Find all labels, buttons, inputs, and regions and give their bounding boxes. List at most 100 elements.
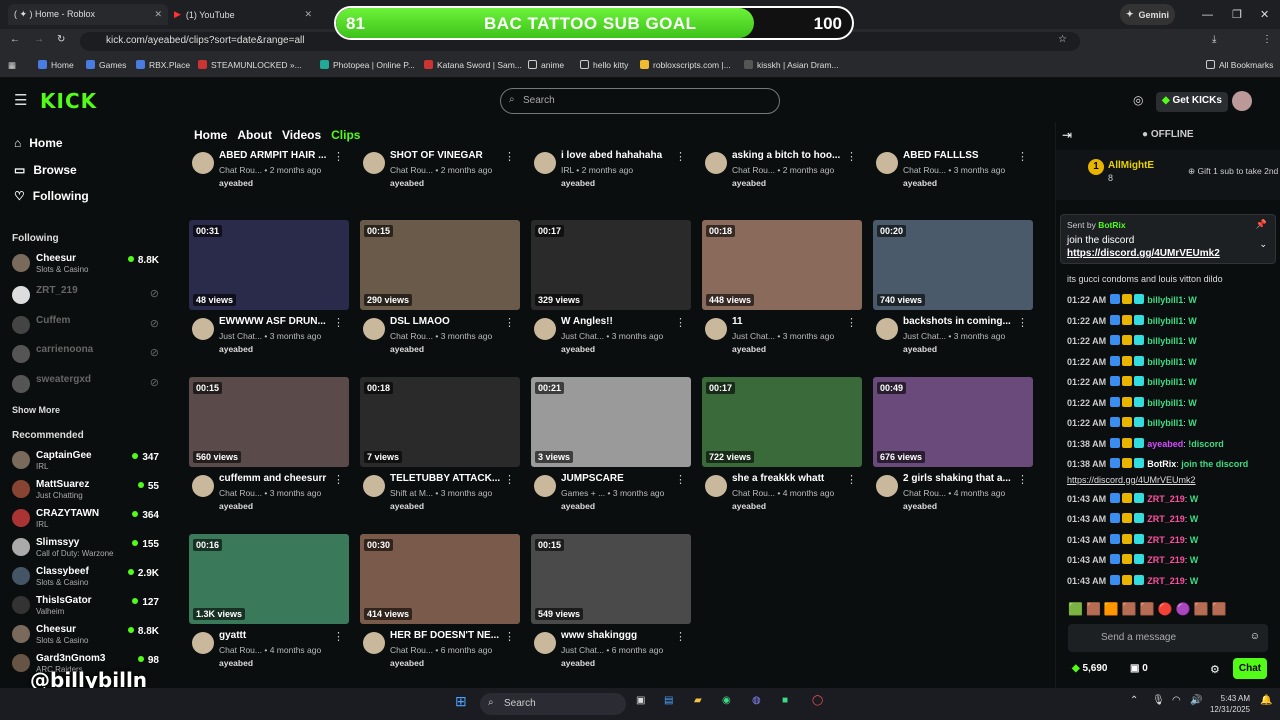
clip-card[interactable]: 00:21 3 views JUMPSCARE Games + ... • 3 mon… [531,377,693,527]
channel-zrt219[interactable]: ZRT_219 ⊘ [12,284,162,310]
clip-title[interactable]: 2 girls shaking that a... [903,473,1019,484]
avatar[interactable] [192,475,214,497]
clip-thumbnail[interactable]: 00:21 3 views [531,377,691,467]
clip-thumbnail[interactable]: 00:30 414 views [360,534,520,624]
clip-title[interactable]: gyattt [219,630,335,641]
bookmark-star-icon[interactable]: ☆ [1058,34,1067,45]
channel-sweatergxd[interactable]: sweatergxd ⊘ [12,373,162,399]
clip-thumbnail[interactable]: 00:15 549 views [531,534,691,624]
clip-user[interactable]: ayeabed [390,178,424,188]
chat-username[interactable]: billybill1 [1147,357,1183,367]
more-options-icon[interactable]: ⋮ [846,150,857,163]
clip-card[interactable]: 00:15 549 views www shakinggg Just Chat... … [531,534,693,684]
clip-title[interactable]: DSL LMAOO [390,316,506,327]
store-icon[interactable]: ▤ [664,695,673,706]
chevron-up-icon[interactable]: ⌃ [1130,695,1138,706]
more-options-icon[interactable]: ⋮ [333,473,344,486]
channel-crazytawn[interactable]: CRAZYTAWN IRL 364 [12,507,162,533]
clip-user[interactable]: ayeabed [903,501,937,511]
avatar[interactable] [705,475,727,497]
microphone-icon[interactable]: 🎙 [1152,695,1165,706]
clip-user[interactable]: ayeabed [732,178,766,188]
more-options-icon[interactable]: ⋮ [333,316,344,329]
chevron-down-icon[interactable]: ⌄ [1259,239,1267,250]
more-options-icon[interactable]: ⋮ [333,150,344,163]
clip-title[interactable]: asking a bitch to hoo... [732,150,848,161]
channel-carrienoona[interactable]: carrienoona ⊘ [12,343,162,369]
chat-username[interactable]: ZRT_219 [1147,535,1185,545]
clip-thumbnail[interactable]: 00:20 740 views [873,220,1033,310]
close-icon[interactable]: ✕ [154,9,162,20]
clip-title[interactable]: 11 [732,316,848,327]
clip-card[interactable]: 00:15 290 views DSL LMAOO Chat Rou... • 3 m… [360,220,522,370]
clip-title[interactable]: she a freakkk whatt [732,473,848,484]
clip-user[interactable]: ayeabed [732,501,766,511]
avatar[interactable] [705,318,727,340]
channel-classybeef[interactable]: Classybeef Slots & Casino 2.9K [12,565,162,591]
clip-user[interactable]: ayeabed [390,344,424,354]
sidebar-item-browse[interactable]: ▭ Browse [14,163,77,177]
task-view-icon[interactable]: ▣ [636,695,645,706]
apps-icon[interactable]: ▦ [8,60,16,71]
channel-cheesur[interactable]: Cheesur Slots & Casino 8.8K [12,252,162,278]
notification-bell-icon[interactable]: 🔔 [1260,695,1272,706]
discord-icon[interactable]: ◍ [752,695,761,706]
minimize-icon[interactable]: — [1196,4,1219,25]
wifi-icon[interactable]: ◠ [1172,695,1181,706]
clip-title[interactable]: EWWWW ASF DRUN... [219,316,335,327]
avatar[interactable] [363,318,385,340]
chat-username[interactable]: billybill1 [1147,418,1183,428]
gear-icon[interactable]: ⚙ [1210,663,1220,676]
chat-username[interactable]: billybill1 [1147,377,1183,387]
file-explorer-icon[interactable]: ▰ [694,695,702,706]
clip-card[interactable]: 00:16 1.3K views gyattt Chat Rou... • 4 mon… [189,534,351,684]
more-options-icon[interactable]: ⋮ [333,630,344,643]
clip-thumbnail[interactable]: 00:16 1.3K views [189,534,349,624]
chat-link[interactable]: https://discord.gg/4UMrVEUmk2 [1067,475,1196,485]
clip-title[interactable]: HER BF DOESN'T NE... [390,630,506,641]
avatar[interactable] [192,318,214,340]
download-icon[interactable]: ⤓ [1212,34,1216,45]
avatar[interactable] [876,318,898,340]
tab-roblox[interactable]: ( ✦ ) Home - Roblox ✕ [8,4,168,25]
more-options-icon[interactable]: ⋮ [504,630,515,643]
emoji-icon[interactable]: ☺ [1250,631,1260,642]
bookmark-games[interactable]: Games [86,60,126,70]
clip-user[interactable]: ayeabed [903,178,937,188]
clip-card[interactable]: 00:49 676 views 2 girls shaking that a... C… [873,377,1035,527]
clip-card[interactable]: 00:18 7 views TELETUBBY ATTACK... Shift at … [360,377,522,527]
clip-user[interactable]: ayeabed [390,501,424,511]
chat-input[interactable]: Send a message ☺ [1068,624,1268,652]
avatar[interactable] [705,152,727,174]
clip-card[interactable]: 00:20 740 views backshots in coming... Just… [873,220,1035,370]
chat-username[interactable]: ZRT_219 [1147,576,1185,586]
avatar[interactable] [363,475,385,497]
close-window-icon[interactable]: ✕ [1254,4,1275,25]
more-options-icon[interactable]: ⋮ [675,150,686,163]
channel-slimssyy[interactable]: Slimssyy Call of Duty: Warzone 155 [12,536,162,562]
clip-user[interactable]: ayeabed [390,658,424,668]
chat-username[interactable]: billybill1 [1147,398,1183,408]
clip-thumbnail[interactable]: 00:18 7 views [360,377,520,467]
clip-card[interactable]: asking a bitch to hoo... Chat Rou... • 2 … [702,54,864,204]
clip-title[interactable]: ABED FALLLSS [903,150,1019,161]
clip-title[interactable]: W Angles!! [561,316,677,327]
more-options-icon[interactable]: ⋮ [1017,150,1028,163]
more-options-icon[interactable]: ⋮ [675,316,686,329]
clip-title[interactable]: ABED ARMPIT HAIR ... [219,150,335,161]
avatar[interactable] [192,632,214,654]
avatar[interactable] [363,632,385,654]
chat-username[interactable]: ZRT_219 [1147,514,1185,524]
volume-icon[interactable]: 🔊 [1190,695,1202,706]
taskbar-search[interactable]: ⌕ Search [480,693,626,715]
collapse-chat-icon[interactable]: ⇥ [1062,128,1072,142]
clip-user[interactable]: ayeabed [561,178,595,188]
emote-bar[interactable]: 🟩🟫🟧🟫🟫🔴🟣🟫🟫 [1068,602,1229,616]
clip-card[interactable]: ABED FALLLSS Chat Rou... • 3 months ago ay… [873,54,1035,204]
chat-username[interactable]: ZRT_219 [1147,494,1185,504]
clip-card[interactable]: 00:17 722 views she a freakkk whatt Chat Ro… [702,377,864,527]
chat-username[interactable]: BotRix [1147,459,1176,469]
clip-card[interactable]: 00:31 48 views EWWWW ASF DRUN... Just Chat.… [189,220,351,370]
pinned-link[interactable]: https://discord.gg/4UMrVEUmk2 [1067,248,1220,259]
avatar[interactable] [534,152,556,174]
